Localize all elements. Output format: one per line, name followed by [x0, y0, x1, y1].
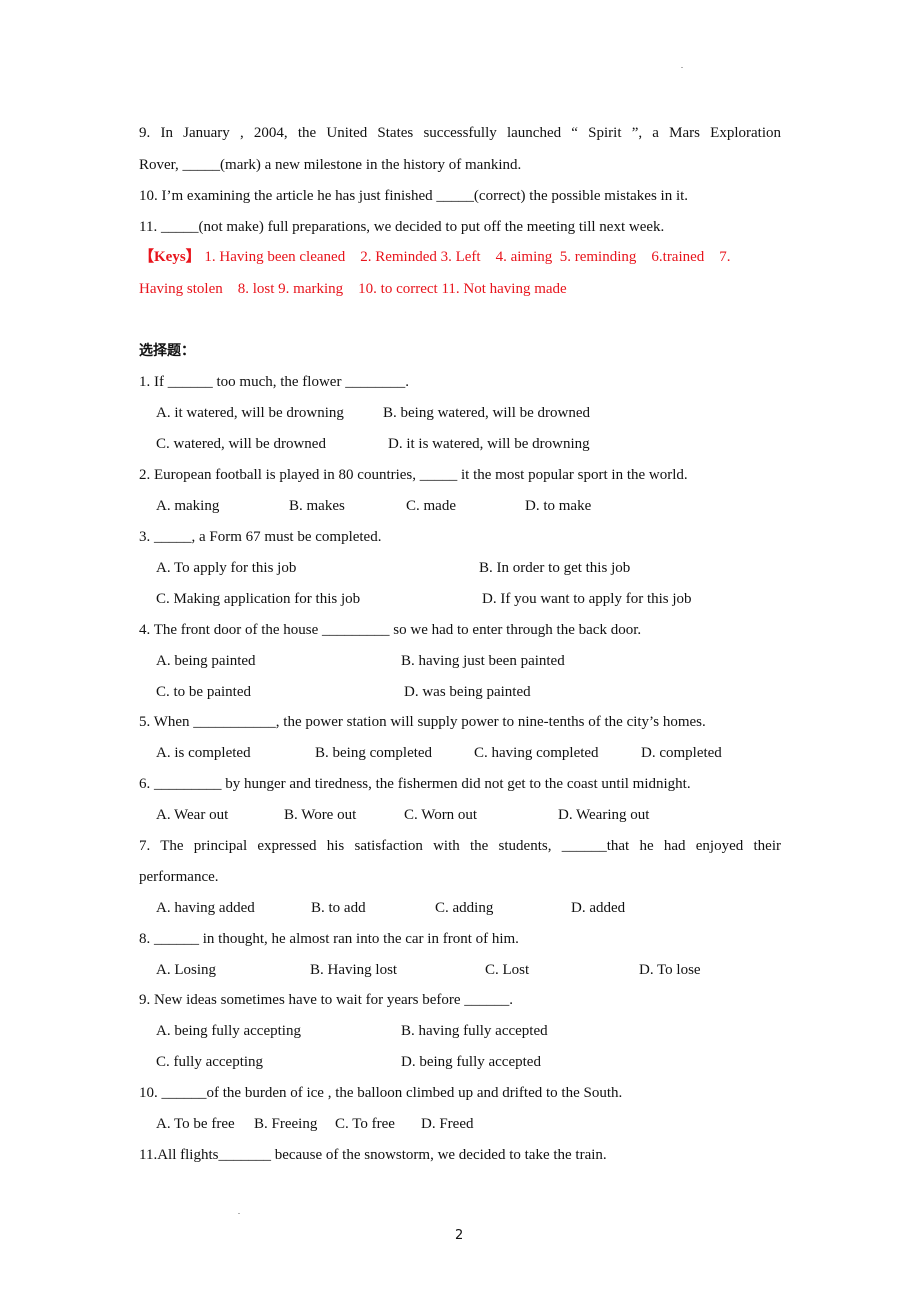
mc-q8-option-c: C. Lost	[485, 962, 530, 978]
mc-question-7-line1: 7. The principal expressed his satisfact…	[139, 838, 781, 854]
mc-q10-option-b: B. Freeing	[254, 1116, 318, 1132]
mc-q4-option-a: A. being painted	[156, 653, 256, 669]
mc-question-4: 4. The front door of the house _________…	[139, 622, 642, 638]
section-heading: 选择题：	[139, 343, 195, 359]
mc-question-10: 10. ______of the burden of ice , the bal…	[139, 1085, 623, 1101]
mc-q2-option-b: B. makes	[289, 498, 345, 514]
document-page: 9. In January , 2004, the United States …	[0, 0, 920, 1302]
fill-in-q9-line1: 9. In January , 2004, the United States …	[139, 125, 781, 141]
mc-question-11: 11.All flights_______ because of the sno…	[139, 1147, 607, 1163]
mc-q9-option-d: D. being fully accepted	[401, 1054, 541, 1070]
mc-question-2: 2. European football is played in 80 cou…	[139, 467, 688, 483]
mc-q3-option-d: D. If you want to apply for this job	[482, 591, 692, 607]
mc-q10-option-a: A. To be free	[156, 1116, 235, 1132]
mc-q3-option-c: C. Making application for this job	[156, 591, 361, 607]
mc-question-6: 6. _________ by hunger and tiredness, th…	[139, 776, 691, 792]
mc-q7-option-a: A. having added	[156, 900, 255, 916]
answer-keys-line1: 【Keys】 1. Having been cleaned 2. Reminde…	[139, 247, 731, 267]
mc-q8-option-a: A. Losing	[156, 962, 216, 978]
mc-q6-option-a: A. Wear out	[156, 807, 229, 823]
page-number: 2	[455, 1228, 464, 1243]
mc-q4-option-c: C. to be painted	[156, 684, 251, 700]
mc-q1-option-d: D. it is watered, will be drowning	[388, 436, 590, 452]
footer-mark	[238, 1213, 240, 1214]
mc-q7-option-b: B. to add	[311, 900, 366, 916]
mc-q5-option-a: A. is completed	[156, 745, 251, 761]
mc-q9-option-a: A. being fully accepting	[156, 1023, 301, 1039]
mc-question-3: 3. _____, a Form 67 must be completed.	[139, 529, 382, 545]
mc-q5-option-c: C. having completed	[474, 745, 599, 761]
mc-q2-option-d: D. to make	[525, 498, 592, 514]
header-mark	[681, 67, 683, 68]
mc-q1-option-a: A. it watered, will be drowning	[156, 405, 344, 421]
mc-q4-option-b: B. having just been painted	[401, 653, 565, 669]
mc-q2-option-c: C. made	[406, 498, 456, 514]
mc-q3-option-b: B. In order to get this job	[479, 560, 631, 576]
mc-q8-option-b: B. Having lost	[310, 962, 398, 978]
fill-in-q9-line2: Rover, _____(mark) a new milestone in th…	[139, 157, 522, 173]
keys-label: 【Keys】	[139, 249, 201, 265]
mc-q5-option-b: B. being completed	[315, 745, 433, 761]
mc-q10-option-d: D. Freed	[421, 1116, 474, 1132]
mc-question-9: 9. New ideas sometimes have to wait for …	[139, 992, 514, 1008]
mc-q6-option-b: B. Wore out	[284, 807, 357, 823]
mc-q8-option-d: D. To lose	[639, 962, 701, 978]
mc-question-5: 5. When ___________, the power station w…	[139, 714, 706, 730]
fill-in-q10: 10. I’m examining the article he has jus…	[139, 188, 689, 204]
mc-q5-option-d: D. completed	[641, 745, 722, 761]
mc-q2-option-a: A. making	[156, 498, 220, 514]
fill-in-q11: 11. _____(not make) full preparations, w…	[139, 219, 665, 235]
mc-q1-option-c: C. watered, will be drowned	[156, 436, 326, 452]
mc-question-7-line2: performance.	[139, 869, 219, 885]
mc-question-1: 1. If ______ too much, the flower ______…	[139, 374, 409, 390]
mc-q9-option-c: C. fully accepting	[156, 1054, 264, 1070]
mc-q6-option-d: D. Wearing out	[558, 807, 650, 823]
mc-q9-option-b: B. having fully accepted	[401, 1023, 548, 1039]
answer-keys-line2: Having stolen 8. lost 9. marking 10. to …	[139, 281, 567, 297]
mc-q4-option-d: D. was being painted	[404, 684, 531, 700]
mc-q7-option-d: D. added	[571, 900, 626, 916]
mc-question-8: 8. ______ in thought, he almost ran into…	[139, 931, 519, 947]
mc-q3-option-a: A. To apply for this job	[156, 560, 297, 576]
mc-q1-option-b: B. being watered, will be drowned	[383, 405, 591, 421]
mc-q6-option-c: C. Worn out	[404, 807, 478, 823]
mc-q7-option-c: C. adding	[435, 900, 494, 916]
mc-q10-option-c: C. To free	[335, 1116, 395, 1132]
keys-text-line1: 1. Having been cleaned 2. Reminded 3. Le…	[204, 249, 731, 265]
